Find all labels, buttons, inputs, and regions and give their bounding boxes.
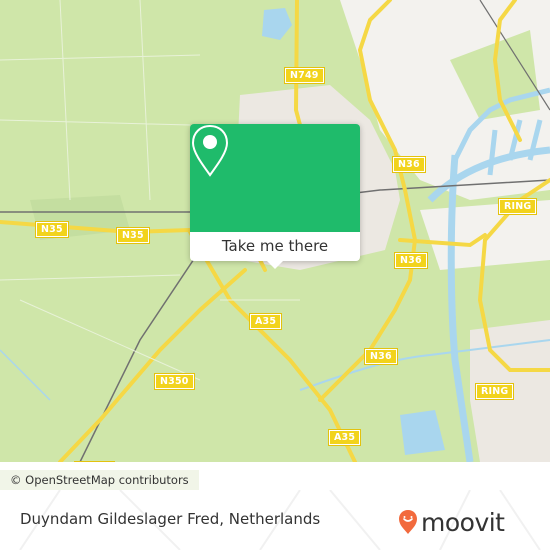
moovit-wordmark: moovit <box>421 507 505 537</box>
ditch <box>0 349 51 401</box>
take-me-there-button[interactable]: Take me there <box>190 232 360 261</box>
road-label-n749: N749 <box>284 67 325 84</box>
canal-main <box>447 154 474 462</box>
lake-south <box>400 410 445 455</box>
road-label-n350: N350 <box>154 373 195 390</box>
road-label-n36: N36 <box>392 156 426 173</box>
road-label-n36: N36 <box>394 252 428 269</box>
road-label-ring: RING <box>497 198 538 215</box>
road-label-n35: N35 <box>35 221 69 238</box>
road-label-a35: A35 <box>327 429 362 446</box>
map-pin-icon <box>191 124 229 177</box>
popup-pointer <box>267 261 283 269</box>
road-label-n35: N35 <box>116 227 150 244</box>
road-label-a35: A35 <box>248 313 283 330</box>
location-popup[interactable]: Take me there <box>190 124 360 269</box>
railway-south-west <box>79 249 201 462</box>
road-n350 <box>58 268 247 462</box>
lake-north <box>262 8 292 40</box>
moovit-logo[interactable]: moovit <box>398 502 505 542</box>
popup-header <box>190 124 360 232</box>
footer: Duyndam Gildeslager Fred, Netherlands mo… <box>0 490 550 550</box>
map[interactable]: N749 N35 N35 N36 N36 N36 RING RING A35 A… <box>0 0 550 462</box>
moovit-pin-icon <box>399 510 417 534</box>
road-label-n36: N36 <box>364 348 398 365</box>
map-attribution[interactable]: © OpenStreetMap contributors <box>0 470 199 490</box>
road-label-ring: RING <box>474 383 515 400</box>
place-name: Duyndam Gildeslager Fred, Netherlands <box>20 510 321 528</box>
